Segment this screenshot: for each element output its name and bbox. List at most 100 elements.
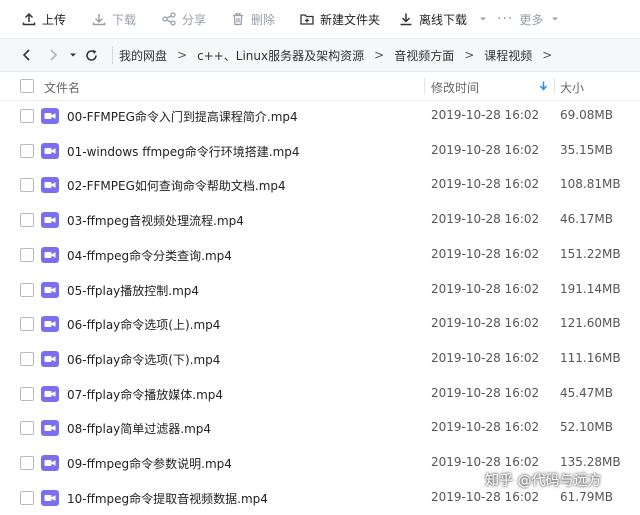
sort-arrow-down-icon[interactable] [539, 81, 548, 91]
file-name[interactable]: 03-ffmpeg音视频处理流程.mp4 [67, 212, 244, 229]
file-modified-time: 2019-10-28 16:02 [431, 108, 540, 122]
breadcrumb-separator-icon: > [374, 48, 385, 62]
trash-icon [233, 13, 243, 26]
upload-label: 上传 [42, 12, 67, 27]
more-label: 更多 [519, 12, 544, 27]
chevron-right-icon [50, 49, 58, 61]
table-row[interactable]: 05-ffplay播放控制.mp4 2019-10-28 16:02 191.14M… [0, 273, 640, 308]
row-checkbox[interactable] [20, 178, 34, 193]
row-checkbox[interactable] [20, 351, 34, 366]
upload-button[interactable]: 上传 [22, 0, 66, 38]
more-dots-icon: ··· [497, 11, 514, 27]
file-name[interactable]: 07-ffplay命令播放媒体.mp4 [67, 386, 223, 403]
caret-down-icon [552, 17, 559, 21]
table-row[interactable]: 04-ffmpeg命令分类查询.mp4 2019-10-28 16:02 151.2… [0, 238, 640, 273]
file-name[interactable]: 09-ffmpeg命令参数说明.mp4 [67, 455, 232, 472]
table-row[interactable]: 00-FFMPEG命令入门到提高课程简介.mp4 2019-10-28 16:02… [0, 99, 640, 134]
table-row[interactable]: 02-FFMPEG如何查询命令帮助文档.mp4 2019-10-28 16:02 1… [0, 168, 640, 203]
more-button[interactable]: ··· 更多 [497, 0, 559, 38]
video-file-icon [41, 455, 59, 471]
caret-down-icon [70, 53, 76, 57]
breadcrumb-item-audio-video[interactable]: 音视频方面 [394, 47, 454, 64]
row-checkbox[interactable] [20, 386, 34, 401]
forward-button[interactable] [44, 39, 62, 71]
video-file-icon [41, 281, 59, 298]
offline-download-button[interactable]: 离线下载 [399, 0, 487, 38]
video-file-icon [41, 316, 59, 333]
breadcrumb-separator-icon: > [177, 48, 188, 62]
file-size: 45.47MB [560, 385, 613, 400]
file-size: 135.28MB [560, 455, 621, 469]
delete-label: 删除 [251, 12, 276, 27]
new-folder-button[interactable]: 新建文件夹 [300, 0, 380, 38]
column-header-size[interactable]: 大小 [560, 79, 584, 96]
breadcrumb-separator-icon: > [542, 48, 553, 62]
file-name[interactable]: 01-windows ffmpeg命令行环境搭建.mp4 [67, 143, 300, 160]
row-checkbox[interactable] [20, 213, 34, 228]
breadcrumb-item-resources[interactable]: c++、Linux服务器及架构资源 [197, 47, 364, 64]
row-checkbox[interactable] [20, 282, 34, 297]
video-file-icon [41, 385, 59, 402]
breadcrumb-item-course-videos[interactable]: 课程视频 [484, 47, 532, 64]
row-checkbox[interactable] [20, 109, 34, 123]
select-all-checkbox[interactable] [20, 79, 34, 93]
file-name[interactable]: 06-ffplay命令选项(上).mp4 [67, 316, 220, 333]
download-button[interactable]: 下载 [92, 0, 136, 38]
row-checkbox[interactable] [20, 317, 34, 332]
file-name[interactable]: 10-ffmpeg命令提取音视频数据.mp4 [67, 490, 268, 507]
file-modified-time: 2019-10-28 16:02 [431, 316, 540, 331]
breadcrumb-divider [112, 46, 113, 64]
file-name[interactable]: 08-ffplay简单过滤器.mp4 [67, 420, 211, 437]
video-file-icon [41, 420, 59, 437]
file-size: 46.17MB [560, 212, 613, 227]
breadcrumb-item-root[interactable]: 我的网盘 [119, 47, 167, 64]
column-header-name[interactable]: 文件名 [44, 79, 80, 96]
offline-download-label: 离线下载 [419, 12, 468, 27]
file-name[interactable]: 05-ffplay播放控制.mp4 [67, 282, 199, 299]
file-size: 61.79MB [560, 489, 613, 504]
file-size: 52.10MB [560, 420, 613, 435]
refresh-icon [85, 49, 97, 61]
file-modified-time: 2019-10-28 16:02 [431, 142, 540, 157]
delete-button[interactable]: 删除 [231, 0, 275, 38]
column-divider [424, 78, 425, 94]
table-row[interactable]: 06-ffplay命令选项(下).mp4 2019-10-28 16:02 111.… [0, 342, 640, 377]
row-checkbox[interactable] [20, 490, 34, 505]
file-modified-time: 2019-10-28 16:02 [431, 281, 540, 296]
file-modified-time: 2019-10-28 16:02 [431, 246, 540, 261]
video-file-icon [41, 177, 59, 194]
history-dropdown-button[interactable] [67, 39, 79, 71]
file-name[interactable]: 00-FFMPEG命令入门到提高课程简介.mp4 [67, 108, 298, 125]
video-file-icon [41, 489, 59, 506]
file-name[interactable]: 02-FFMPEG如何查询命令帮助文档.mp4 [67, 177, 286, 194]
row-checkbox[interactable] [20, 456, 34, 470]
refresh-button[interactable] [83, 39, 99, 71]
back-button[interactable] [18, 39, 36, 71]
video-file-icon [41, 246, 59, 263]
breadcrumb: 我的网盘 > c++、Linux服务器及架构资源 > 音视频方面 > 课程视频 … [112, 39, 562, 71]
toolbar: 上传 下载 分享 删除 新建文件夹 离线下载 ··· 更多 [0, 0, 640, 39]
row-checkbox[interactable] [20, 143, 34, 158]
file-modified-time: 2019-10-28 16:02 [431, 455, 540, 469]
column-header-modified[interactable]: 修改时间 [431, 79, 479, 96]
row-checkbox[interactable] [20, 247, 34, 262]
breadcrumb-separator-icon: > [464, 48, 475, 62]
share-button[interactable]: 分享 [162, 0, 206, 38]
file-modified-time: 2019-10-28 16:02 [431, 420, 540, 435]
offline-download-icon [400, 13, 412, 26]
file-size: 151.22MB [560, 246, 621, 261]
caret-down-icon[interactable] [479, 15, 487, 23]
watermark: 知乎 @代码与远方 [485, 473, 602, 489]
file-name[interactable]: 04-ffmpeg命令分类查询.mp4 [67, 247, 232, 264]
navigation-bar: 我的网盘 > c++、Linux服务器及架构资源 > 音视频方面 > 课程视频 … [0, 39, 640, 72]
share-label: 分享 [182, 12, 207, 27]
file-name[interactable]: 06-ffplay命令选项(下).mp4 [67, 351, 220, 368]
table-row[interactable]: 07-ffplay命令播放媒体.mp4 2019-10-28 16:02 45.47… [0, 377, 640, 412]
file-modified-time: 2019-10-28 16:02 [431, 489, 540, 504]
table-row[interactable]: 06-ffplay命令选项(上).mp4 2019-10-28 16:02 121.… [0, 307, 640, 342]
row-checkbox[interactable] [20, 421, 34, 436]
table-row[interactable]: 03-ffmpeg音视频处理流程.mp4 2019-10-28 16:02 46.1… [0, 203, 640, 238]
table-row[interactable]: 01-windows ffmpeg命令行环境搭建.mp4 2019-10-28 1… [0, 134, 640, 169]
file-size: 111.16MB [560, 350, 621, 365]
table-row[interactable]: 08-ffplay简单过滤器.mp4 2019-10-28 16:02 52.10M… [0, 411, 640, 446]
